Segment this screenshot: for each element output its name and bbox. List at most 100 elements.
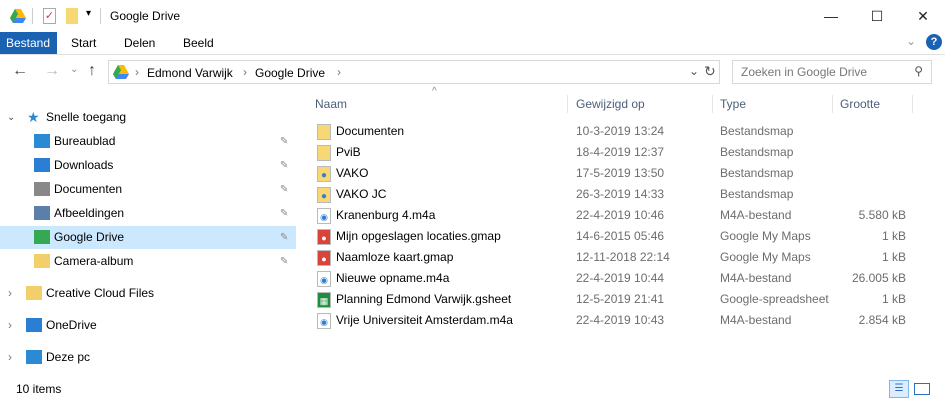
google-my-maps-icon: ● [317, 250, 331, 266]
chevron-down-icon[interactable]: ⌄ [7, 106, 15, 129]
chevron-right-icon[interactable]: › [8, 346, 12, 369]
recent-locations-button[interactable]: ⌄ [70, 64, 78, 75]
address-bar[interactable]: › Edmond Varwijk › Google Drive › ⌄ [108, 60, 720, 84]
file-date: 22-4-2019 10:46 [576, 208, 665, 222]
shared-folder-icon: ● [317, 166, 331, 182]
tab-delen[interactable]: Delen [110, 32, 169, 54]
chevron-right-icon[interactable]: › [8, 314, 12, 337]
file-name: Planning Edmond Varwijk.gsheet [336, 292, 512, 306]
status-item-count: 10 items [16, 382, 62, 396]
up-button[interactable]: ↑ [88, 62, 96, 80]
tab-beeld[interactable]: Beeld [169, 32, 228, 54]
sidebar-item-snelle-toegang[interactable]: ⌄ ★ Snelle toegang [0, 106, 296, 129]
column-type[interactable]: Type [713, 95, 833, 113]
tab-bestand[interactable]: Bestand [0, 32, 57, 54]
folder-icon [317, 145, 331, 161]
breadcrumb-google-drive[interactable]: Google Drive [255, 66, 325, 80]
file-size: 1 kB [881, 229, 906, 243]
document-icon [34, 182, 50, 196]
pin-icon[interactable]: ✎ [280, 226, 288, 249]
sidebar-item-deze-pc[interactable]: › Deze pc [0, 346, 296, 369]
close-button[interactable]: ✕ [900, 0, 945, 32]
breadcrumb-separator: › [135, 65, 139, 79]
column-grootte[interactable]: Grootte [833, 95, 913, 113]
file-row[interactable]: ● Mijn opgeslagen locaties.gmap 14-6-201… [312, 226, 912, 247]
file-name: VAKO [336, 166, 369, 180]
search-placeholder: Zoeken in Google Drive [741, 65, 868, 79]
pin-icon[interactable]: ✎ [280, 202, 288, 225]
forward-button[interactable]: → [44, 62, 60, 80]
back-button[interactable]: ← [12, 62, 28, 80]
file-name: Vrije Universiteit Amsterdam.m4a [336, 313, 513, 327]
new-folder-icon[interactable] [66, 8, 78, 24]
file-row[interactable]: ● Naamloze kaart.gmap 12-11-2018 22:14 G… [312, 247, 912, 268]
file-type: Bestandsmap [720, 187, 794, 201]
file-row[interactable]: ● VAKO JC 26-3-2019 14:33 Bestandsmap [312, 184, 912, 205]
file-size: 1 kB [881, 292, 906, 306]
refresh-button[interactable]: ↻ [704, 63, 716, 80]
file-date: 17-5-2019 13:50 [576, 166, 665, 180]
file-size: 2.854 kB [858, 313, 906, 327]
file-row[interactable]: ● VAKO 17-5-2019 13:50 Bestandsmap [312, 163, 912, 184]
large-icons-view-button[interactable] [914, 383, 930, 395]
divider [32, 8, 33, 24]
camera-folder-icon [34, 254, 50, 268]
file-date: 12-5-2019 21:41 [576, 292, 665, 306]
file-date: 14-6-2015 05:46 [576, 229, 665, 243]
sidebar-item-google-drive[interactable]: Google Drive ✎ [0, 226, 296, 249]
sidebar-item-bureaublad[interactable]: Bureaublad ✎ [0, 130, 296, 153]
file-size: 5.580 kB [858, 208, 906, 222]
pin-icon[interactable]: ✎ [280, 250, 288, 273]
chevron-right-icon[interactable]: › [8, 282, 12, 305]
file-type: Google-spreadsheet [720, 292, 829, 306]
properties-icon[interactable]: ✓ [43, 8, 56, 24]
sidebar-item-label: Snelle toegang [46, 110, 127, 124]
sidebar-item-documenten[interactable]: Documenten ✎ [0, 178, 296, 201]
sidebar-item-label: Google Drive [54, 230, 125, 244]
file-date: 10-3-2019 13:24 [576, 124, 665, 138]
file-row[interactable]: ◉ Vrije Universiteit Amsterdam.m4a 22-4-… [312, 310, 912, 331]
maximize-button[interactable]: ☐ [854, 0, 900, 32]
pin-icon[interactable]: ✎ [280, 178, 288, 201]
sidebar-item-creative-cloud-files[interactable]: › Creative Cloud Files [0, 282, 296, 305]
file-type: Bestandsmap [720, 166, 794, 180]
help-icon[interactable]: ? [926, 34, 942, 50]
pin-icon[interactable]: ✎ [280, 130, 288, 153]
address-dropdown-button[interactable]: ⌄ [689, 64, 699, 78]
file-row[interactable]: ▦ Planning Edmond Varwijk.gsheet 12-5-20… [312, 289, 912, 310]
pin-icon[interactable]: ✎ [280, 154, 288, 177]
pictures-icon [34, 206, 50, 220]
sidebar-item-camera-album[interactable]: Camera-album ✎ [0, 250, 296, 273]
customize-toolbar-icon[interactable]: ▾ [86, 8, 91, 19]
folder-icon [317, 124, 331, 140]
file-date: 26-3-2019 14:33 [576, 187, 665, 201]
file-row[interactable]: PviB 18-4-2019 12:37 Bestandsmap [312, 142, 912, 163]
audio-file-icon: ◉ [317, 271, 331, 287]
details-view-button[interactable]: ☰ [889, 380, 909, 398]
sidebar-item-downloads[interactable]: Downloads ✎ [0, 154, 296, 177]
file-name: Kranenburg 4.m4a [336, 208, 436, 222]
expand-ribbon-icon[interactable]: ⌄ [906, 34, 916, 48]
tab-start[interactable]: Start [57, 32, 110, 54]
file-row[interactable]: Documenten 10-3-2019 13:24 Bestandsmap [312, 121, 912, 142]
sidebar-item-label: Bureaublad [54, 134, 116, 148]
sidebar-item-afbeeldingen[interactable]: Afbeeldingen ✎ [0, 202, 296, 225]
file-date: 22-4-2019 10:44 [576, 271, 665, 285]
google-drive-icon [10, 9, 26, 23]
search-input[interactable]: Zoeken in Google Drive ⚲ [732, 60, 932, 84]
audio-file-icon: ◉ [317, 208, 331, 224]
sidebar-item-label: Deze pc [46, 350, 91, 364]
breadcrumb-edmond-varwijk[interactable]: Edmond Varwijk [147, 66, 233, 80]
sidebar-item-onedrive[interactable]: › OneDrive [0, 314, 296, 337]
column-naam[interactable]: Naam [300, 95, 568, 113]
file-row[interactable]: ◉ Kranenburg 4.m4a 22-4-2019 10:46 M4A-b… [312, 205, 912, 226]
sidebar-item-label: Camera-album [54, 254, 134, 268]
file-row[interactable]: ◉ Nieuwe opname.m4a 22-4-2019 10:44 M4A-… [312, 268, 912, 289]
file-type: Bestandsmap [720, 145, 794, 159]
desktop-icon [34, 134, 50, 148]
file-name: Naamloze kaart.gmap [336, 250, 454, 264]
column-gewijzigd-op[interactable]: Gewijzigd op [568, 95, 713, 113]
minimize-button[interactable]: — [808, 0, 854, 32]
title-bar: ✓ ▾ Google Drive — ☐ ✕ [0, 0, 945, 32]
file-size: 26.005 kB [851, 271, 906, 285]
